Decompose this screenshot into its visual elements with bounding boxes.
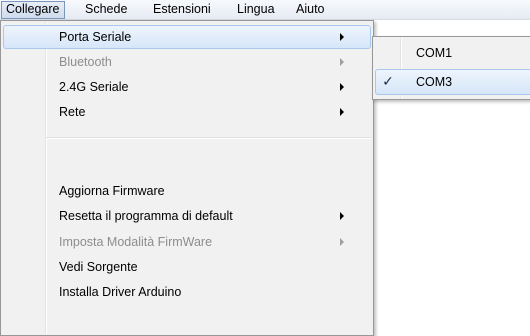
menu-bar: Collegare Schede Estensioni Lingua Aiuto xyxy=(0,0,530,20)
menu-item-imposta-modalita-firmware: Imposta Modalità FirmWare xyxy=(3,230,371,254)
submenu-item-com3[interactable]: ✓ COM3 xyxy=(375,69,530,95)
menu-item-installa-driver-arduino[interactable]: Installa Driver Arduino xyxy=(3,280,371,304)
submenu-item-label: COM3 xyxy=(416,75,453,89)
menubar-item-lingua[interactable]: Lingua xyxy=(232,1,280,19)
menu-item-label: 2.4G Seriale xyxy=(59,80,129,94)
chevron-right-icon xyxy=(340,238,344,246)
menu-item-rete[interactable]: Rete xyxy=(3,100,371,124)
menu-item-vedi-sorgente[interactable]: Vedi Sorgente xyxy=(3,255,371,279)
menu-item-label: Bluetooth xyxy=(59,55,112,69)
menu-separator xyxy=(46,137,371,139)
menu-item-label: Installa Driver Arduino xyxy=(59,285,182,299)
collegare-dropdown-menu: Porta Seriale Bluetooth 2.4G Seriale Ret… xyxy=(0,20,374,336)
menu-item-bluetooth: Bluetooth xyxy=(3,50,371,74)
menubar-item-schede[interactable]: Schede xyxy=(80,1,132,19)
menu-item-label: Imposta Modalità FirmWare xyxy=(59,235,213,249)
menu-item-label: Rete xyxy=(59,105,86,119)
menu-item-label: Vedi Sorgente xyxy=(59,260,138,274)
menu-item-resetta-programma-default[interactable]: Resetta il programma di default xyxy=(3,204,371,228)
chevron-right-icon xyxy=(340,33,344,41)
chevron-right-icon xyxy=(340,58,344,66)
submenu-item-com1[interactable]: COM1 xyxy=(375,40,530,66)
menu-item-label: Porta Seriale xyxy=(59,30,132,44)
submenu-item-label: COM1 xyxy=(416,46,453,60)
menubar-item-collegare[interactable]: Collegare xyxy=(1,1,65,19)
check-icon: ✓ xyxy=(382,74,394,90)
menu-item-porta-seriale[interactable]: Porta Seriale xyxy=(3,25,371,49)
chevron-right-icon xyxy=(340,83,344,91)
menubar-item-aiuto[interactable]: Aiuto xyxy=(291,1,330,19)
chevron-right-icon xyxy=(340,108,344,116)
menu-item-2-4g-seriale[interactable]: 2.4G Seriale xyxy=(3,75,371,99)
chevron-right-icon xyxy=(340,212,344,220)
menu-item-aggiorna-firmware[interactable]: Aggiorna Firmware xyxy=(3,179,371,203)
porta-seriale-submenu: COM1 ✓ COM3 xyxy=(372,36,530,100)
menu-item-label: Aggiorna Firmware xyxy=(59,184,165,198)
menubar-item-estensioni[interactable]: Estensioni xyxy=(148,1,216,19)
menu-item-label: Resetta il programma di default xyxy=(59,209,233,223)
